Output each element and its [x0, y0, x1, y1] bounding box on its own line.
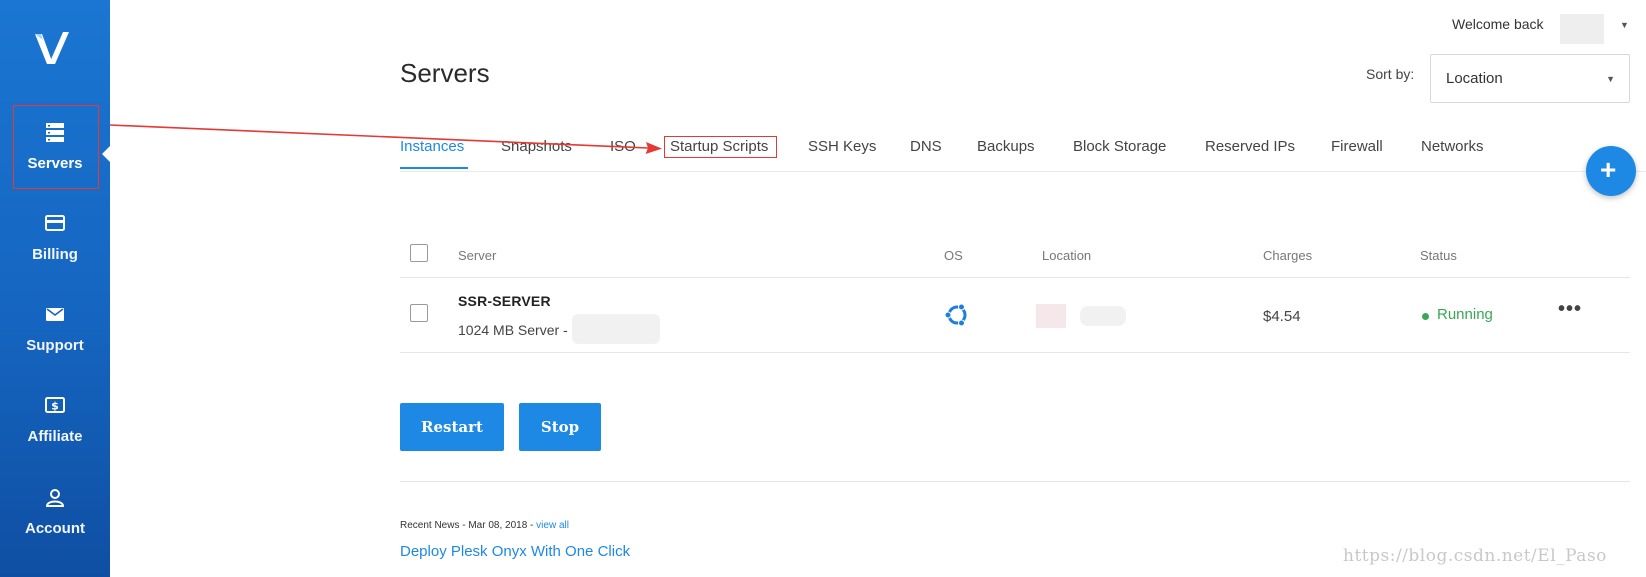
chevron-down-icon[interactable]: ▼: [1620, 20, 1629, 30]
envelope-icon: [46, 308, 64, 321]
column-header-location[interactable]: Location: [1042, 248, 1091, 263]
active-nav-notch: [102, 144, 112, 164]
news-date: Recent News - Mar 08, 2018 -: [400, 520, 537, 531]
tab-reserved-ips[interactable]: Reserved IPs: [1205, 138, 1295, 155]
tab-snapshots[interactable]: Snapshots: [501, 138, 572, 155]
tab-ssh-keys[interactable]: SSH Keys: [808, 138, 876, 155]
sidebar: Servers Billing Support $ Affiliate Acco…: [0, 0, 110, 577]
more-options-icon[interactable]: •••: [1558, 298, 1582, 321]
news-meta: Recent News - Mar 08, 2018 - view all: [400, 520, 569, 531]
sort-select-value: Location: [1446, 70, 1503, 87]
ubuntu-icon: [944, 303, 967, 327]
status-badge: Running: [1437, 306, 1493, 323]
status-dot-icon: [1422, 313, 1429, 320]
location-name-redacted: [1080, 306, 1126, 326]
sort-label: Sort by:: [1366, 66, 1415, 82]
chevron-down-icon: ▼: [1606, 74, 1615, 84]
sidebar-item-label: Support: [26, 337, 84, 354]
location-flag-redacted: [1036, 304, 1066, 328]
sidebar-item-affiliate[interactable]: $ Affiliate: [0, 394, 110, 476]
tab-iso[interactable]: ISO: [610, 138, 636, 155]
add-server-button[interactable]: +: [1586, 146, 1636, 196]
server-ip-redacted: [572, 314, 660, 344]
sidebar-item-label: Affiliate: [27, 428, 83, 445]
tab-instances[interactable]: Instances: [400, 138, 464, 155]
annotation-highlight-startup-scripts: [664, 136, 777, 158]
sidebar-item-support[interactable]: Support: [0, 303, 110, 385]
tab-firewall[interactable]: Firewall: [1331, 138, 1383, 155]
sidebar-item-label: Account: [25, 520, 85, 537]
table-row-divider: [400, 352, 1630, 353]
tab-dns[interactable]: DNS: [910, 138, 942, 155]
welcome-text[interactable]: Welcome back: [1452, 16, 1544, 32]
tab-block-storage[interactable]: Block Storage: [1073, 138, 1166, 155]
column-header-server[interactable]: Server: [458, 248, 496, 263]
dollar-icon: $: [45, 397, 65, 413]
column-header-os[interactable]: OS: [944, 248, 963, 263]
table-header-divider: [400, 277, 1630, 278]
tab-backups[interactable]: Backups: [977, 138, 1035, 155]
tab-networks[interactable]: Networks: [1421, 138, 1484, 155]
user-icon: [45, 489, 65, 507]
plus-icon: +: [1600, 154, 1617, 185]
select-all-checkbox[interactable]: [410, 244, 428, 262]
vultr-logo-icon[interactable]: [33, 30, 77, 70]
column-header-status[interactable]: Status: [1420, 248, 1457, 263]
watermark: https://blog.csdn.net/El_Paso: [1343, 546, 1607, 566]
column-header-charges[interactable]: Charges: [1263, 248, 1312, 263]
sidebar-item-label: Billing: [32, 246, 78, 263]
news-title-link[interactable]: Deploy Plesk Onyx With One Click: [400, 543, 630, 560]
tab-divider: [400, 171, 1646, 172]
sidebar-item-billing[interactable]: Billing: [0, 212, 110, 294]
annotation-highlight-servers: [13, 105, 99, 189]
svg-text:$: $: [51, 400, 59, 413]
page-title: Servers: [400, 58, 490, 88]
credit-card-icon: [45, 215, 65, 231]
server-name[interactable]: SSR-SERVER: [458, 293, 551, 309]
view-all-news-link[interactable]: view all: [536, 520, 569, 531]
active-tab-indicator: [400, 167, 468, 169]
sidebar-item-account[interactable]: Account: [0, 486, 110, 568]
section-divider: [400, 481, 1630, 482]
server-description: 1024 MB Server -: [458, 322, 568, 338]
row-checkbox[interactable]: [410, 304, 428, 322]
server-charges: $4.54: [1263, 308, 1301, 325]
username-redacted: [1560, 14, 1604, 44]
annotation-arrow: [109, 124, 662, 154]
stop-button[interactable]: Stop: [519, 403, 601, 451]
sort-select[interactable]: Location ▼: [1430, 54, 1630, 103]
restart-button[interactable]: Restart: [400, 403, 504, 451]
